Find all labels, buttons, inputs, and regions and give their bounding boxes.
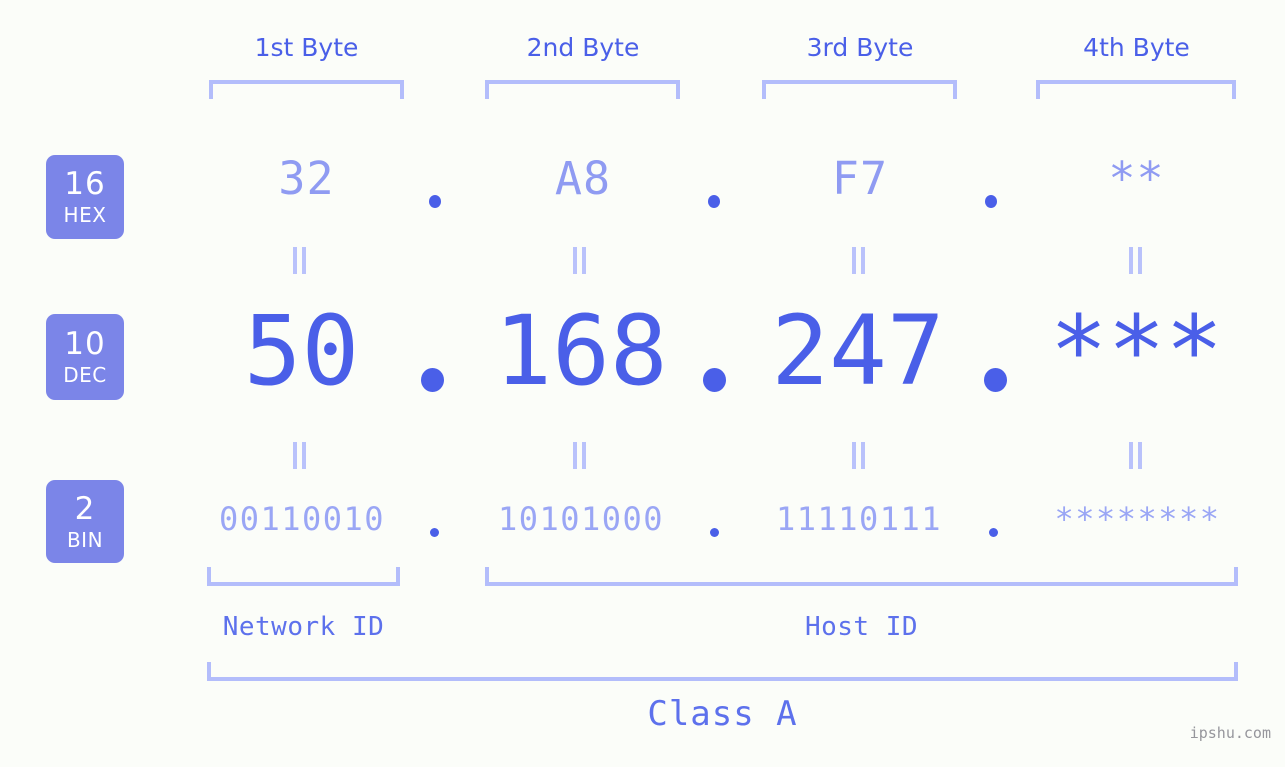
dec-separator-3 bbox=[984, 368, 1007, 392]
base-badge-dec-number: 10 bbox=[64, 326, 106, 362]
host-id-bracket bbox=[485, 567, 1238, 586]
hex-byte-3: F7 bbox=[831, 152, 889, 205]
base-badge-dec-name: DEC bbox=[63, 363, 107, 387]
dec-separator-1 bbox=[421, 368, 444, 392]
bin-separator-1 bbox=[430, 528, 439, 537]
bin-byte-4: ******** bbox=[1054, 500, 1221, 538]
equals-mark-dec-bin-4 bbox=[1129, 442, 1144, 469]
bin-separator-2 bbox=[710, 528, 719, 537]
bin-separator-3 bbox=[989, 528, 998, 537]
equals-mark-hex-dec-2 bbox=[573, 247, 588, 274]
dec-byte-4: *** bbox=[1049, 295, 1224, 407]
hex-byte-4: ** bbox=[1108, 152, 1165, 205]
base-badge-bin-number: 2 bbox=[74, 490, 96, 527]
dec-separator-2 bbox=[703, 368, 726, 392]
byte-header-2: 2nd Byte bbox=[526, 33, 640, 62]
byte-header-4: 4th Byte bbox=[1083, 33, 1190, 62]
base-badge-bin-name: BIN bbox=[66, 527, 104, 552]
equals-mark-dec-bin-2 bbox=[573, 442, 588, 469]
equals-mark-hex-dec-1 bbox=[293, 247, 308, 274]
hex-byte-1: 32 bbox=[278, 152, 335, 205]
base-badge-hex-number: 16 bbox=[64, 166, 106, 202]
byte-header-3: 3rd Byte bbox=[806, 33, 914, 62]
base-badge-hex-name: HEX bbox=[63, 203, 107, 227]
equals-mark-hex-dec-4 bbox=[1129, 247, 1144, 274]
byte-bracket-3 bbox=[762, 80, 957, 99]
base-badge-dec: 10 DEC bbox=[46, 314, 124, 400]
hex-separator-3 bbox=[985, 195, 997, 208]
dec-byte-2: 168 bbox=[494, 295, 668, 407]
byte-bracket-1 bbox=[209, 80, 404, 99]
host-id-label: Host ID bbox=[804, 612, 919, 642]
dec-byte-3: 247 bbox=[771, 295, 945, 407]
equals-mark-dec-bin-1 bbox=[293, 442, 308, 469]
bin-byte-2: 10101000 bbox=[497, 500, 665, 538]
ip-address-breakdown-diagram: 1st Byte 2nd Byte 3rd Byte 4th Byte 16 H… bbox=[0, 0, 1285, 767]
base-badge-hex: 16 HEX bbox=[46, 155, 124, 239]
class-bracket bbox=[207, 662, 1238, 681]
bin-byte-1: 00110010 bbox=[218, 500, 386, 538]
site-watermark: ipshu.com bbox=[1189, 724, 1271, 742]
byte-bracket-4 bbox=[1036, 80, 1236, 99]
byte-bracket-2 bbox=[485, 80, 680, 99]
class-label: Class A bbox=[647, 694, 798, 734]
hex-byte-2: A8 bbox=[554, 152, 612, 205]
hex-separator-2 bbox=[708, 195, 720, 208]
dec-byte-1: 50 bbox=[243, 295, 360, 407]
hex-separator-1 bbox=[429, 195, 441, 208]
equals-mark-dec-bin-3 bbox=[852, 442, 867, 469]
bin-byte-3: 11110111 bbox=[775, 500, 943, 538]
equals-mark-hex-dec-3 bbox=[852, 247, 867, 274]
byte-header-1: 1st Byte bbox=[254, 33, 359, 62]
network-id-label: Network ID bbox=[222, 612, 385, 642]
network-id-bracket bbox=[207, 567, 400, 586]
base-badge-bin: 2 BIN bbox=[46, 480, 124, 563]
